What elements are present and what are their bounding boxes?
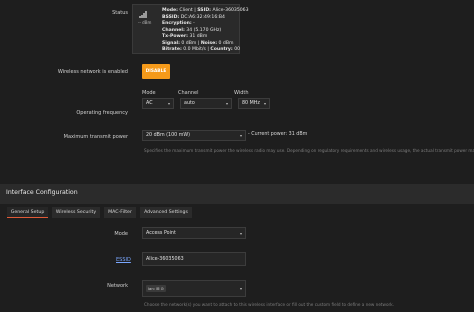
status-line-bitrate: Bitrate: 0.0 Mbit/s | Country: 00 bbox=[162, 47, 241, 52]
network-select[interactable]: lan: ⊞ ⊙ ▾ bbox=[142, 280, 246, 297]
chevron-down-icon: ▾ bbox=[225, 101, 228, 106]
essid-label[interactable]: ESSID bbox=[116, 257, 131, 263]
network-help: Choose the network(s) you want to attach… bbox=[144, 302, 395, 307]
channel-sublabel: Channel bbox=[178, 90, 199, 96]
wifi-device-icon: ⊙ bbox=[160, 286, 164, 291]
chevron-down-icon: ▾ bbox=[239, 230, 242, 236]
network-device-icon: ⊞ bbox=[156, 286, 160, 291]
status-box: -- dBm Mode: Client | SSID: Alice-360350… bbox=[132, 4, 249, 54]
tab-mac-filter[interactable]: MAC-Filter bbox=[104, 207, 136, 218]
network-label: Network bbox=[107, 283, 128, 289]
tx-power-help: Specifies the maximum transmit power the… bbox=[144, 148, 474, 153]
tab-general-setup[interactable]: General Setup bbox=[7, 207, 48, 218]
wireless-enabled-label: Wireless network is enabled bbox=[57, 69, 128, 75]
chevron-down-icon: ▾ bbox=[167, 101, 170, 106]
mode-select[interactable]: AC ▾ bbox=[142, 98, 174, 109]
interface-mode-select[interactable]: Access Point ▾ bbox=[142, 227, 246, 239]
interface-mode-label: Mode bbox=[114, 231, 128, 237]
tx-power-select[interactable]: 20 dBm (100 mW) ▾ bbox=[142, 130, 246, 141]
chevron-down-icon: ▾ bbox=[263, 101, 266, 106]
tab-advanced-settings[interactable]: Advanced Settings bbox=[140, 207, 192, 218]
current-power-text: - Current power: 31 dBm bbox=[248, 132, 308, 137]
mode-sublabel: Mode bbox=[142, 90, 156, 96]
status-line-signal: Signal: 0 dBm | Noise: 0 dBm bbox=[162, 40, 234, 46]
chevron-down-icon: ▾ bbox=[239, 133, 242, 138]
status-line-channel: Channel: 34 (5.170 GHz) bbox=[162, 27, 222, 33]
status-line-mode: Mode: Client | SSID: Alice-36035063 bbox=[162, 8, 249, 13]
signal-text: -- dBm bbox=[138, 20, 152, 25]
chevron-down-icon: ▾ bbox=[239, 286, 242, 291]
width-sublabel: Width bbox=[234, 90, 249, 96]
operating-frequency-label: Operating frequency bbox=[76, 110, 128, 116]
status-line-bssid: BSSID: DC:A6:32:49:16:B4 bbox=[162, 14, 225, 20]
tab-wireless-security[interactable]: Wireless Security bbox=[52, 207, 100, 218]
status-line-txpower: Tx-Power: 31 dBm bbox=[162, 34, 208, 39]
essid-input[interactable]: Alice-36035063 bbox=[142, 252, 246, 266]
status-label: Status bbox=[112, 10, 128, 16]
signal-icon bbox=[139, 11, 147, 18]
tx-power-label: Maximum transmit power bbox=[63, 134, 128, 140]
status-line-encryption: Encryption: - bbox=[162, 21, 195, 26]
interface-config-title: Interface Configuration bbox=[6, 189, 78, 196]
disable-button[interactable]: DISABLE bbox=[142, 64, 170, 79]
network-chip-lan: lan: ⊞ ⊙ bbox=[146, 285, 166, 292]
channel-select[interactable]: auto ▾ bbox=[180, 98, 232, 109]
width-select[interactable]: 80 MHz ▾ bbox=[238, 98, 270, 109]
